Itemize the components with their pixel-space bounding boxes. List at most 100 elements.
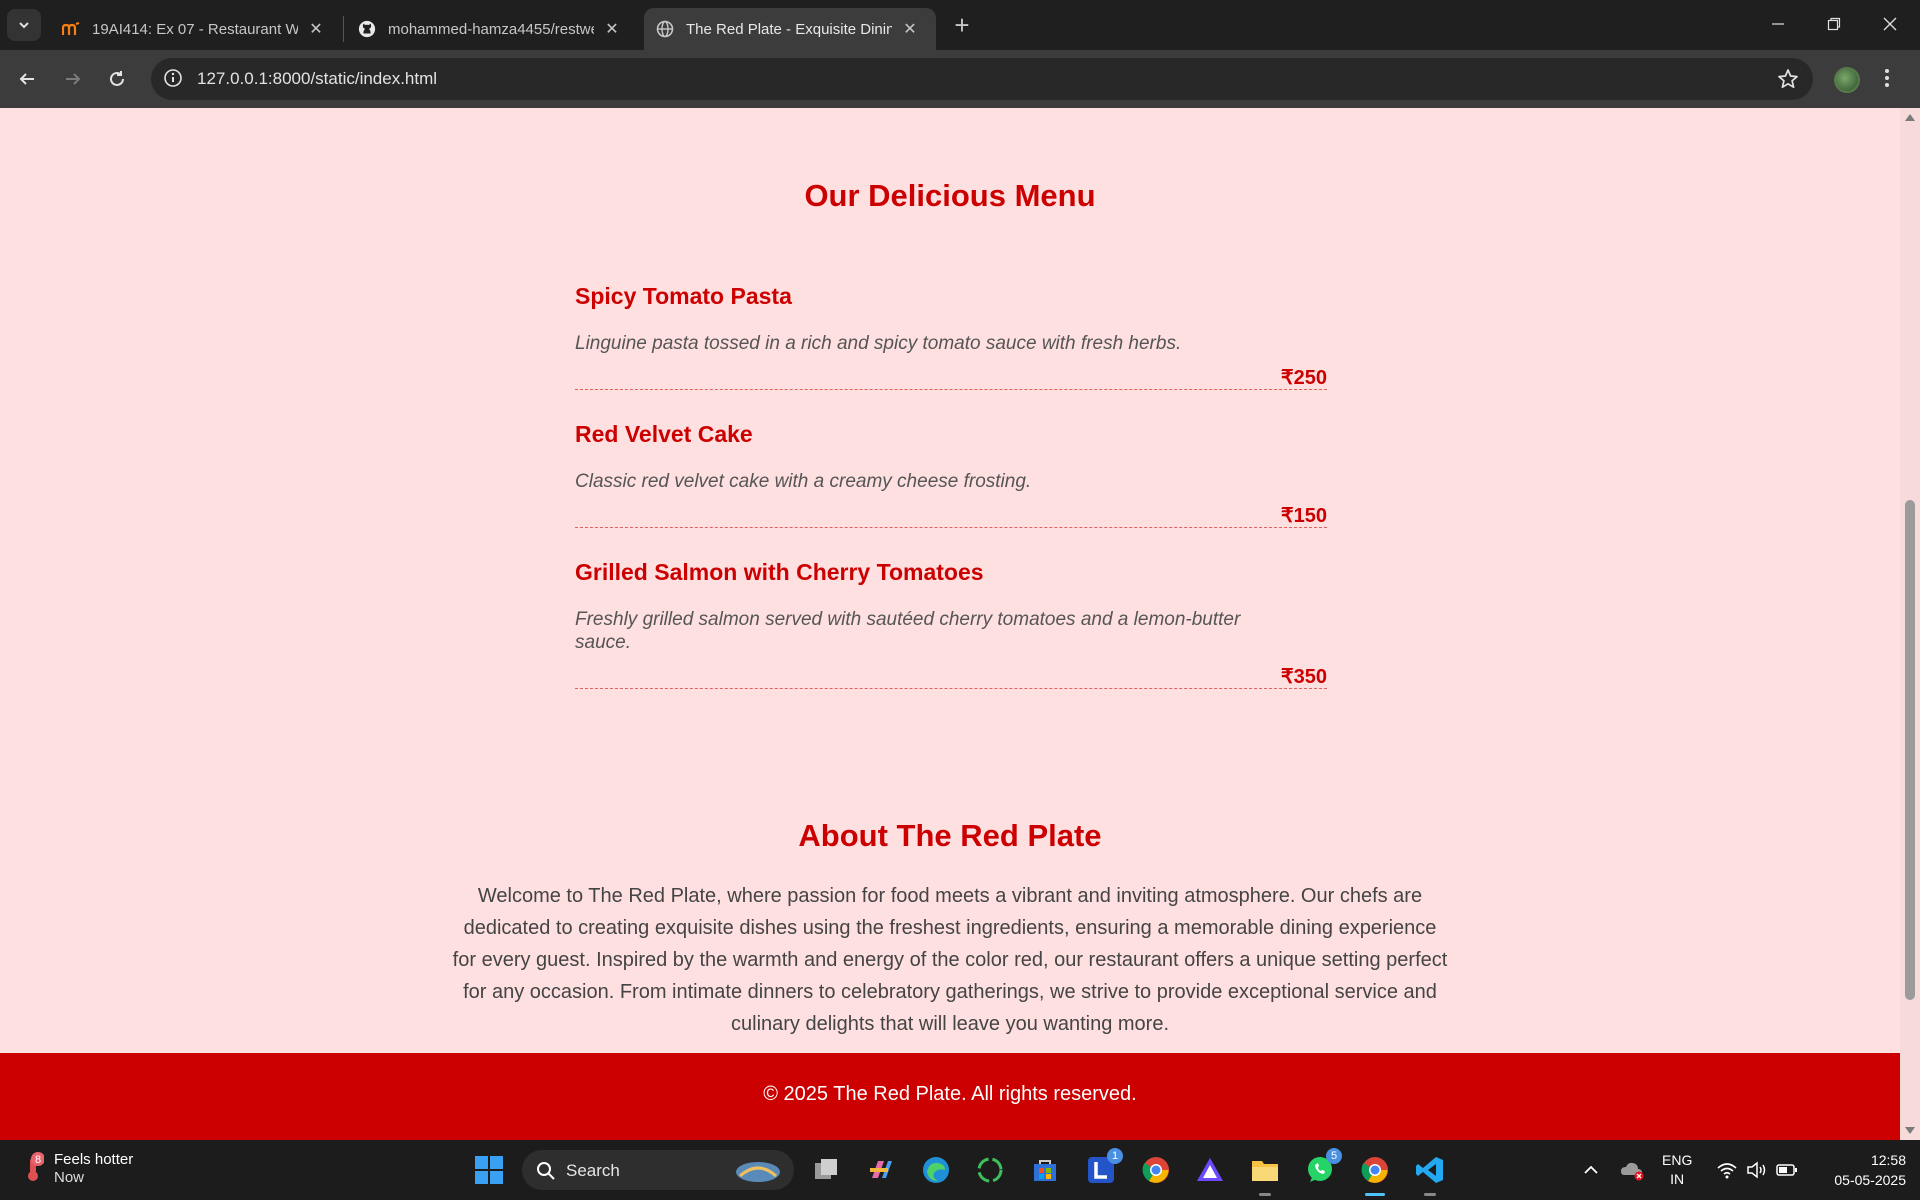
reload-icon (110, 71, 124, 86)
store-button[interactable] (1027, 1152, 1063, 1188)
task-view-icon (815, 1159, 837, 1179)
about-heading: About The Red Plate (798, 818, 1102, 853)
notification-badge: 5 (1326, 1148, 1342, 1164)
tab-title: The Red Plate - Exquisite Dining (686, 20, 892, 38)
circular-arrows-icon (977, 1157, 1003, 1183)
restore-button[interactable] (1806, 0, 1862, 48)
proton-vpn-button[interactable] (1192, 1152, 1228, 1188)
arrow-right-icon (66, 73, 81, 85)
menu-item-name: Red Velvet Cake (575, 421, 753, 447)
whatsapp-button[interactable]: 5 (1302, 1148, 1342, 1188)
volume-control[interactable] (1746, 1140, 1768, 1200)
scroll-down-icon[interactable] (1905, 1127, 1915, 1134)
more-menu-button[interactable] (1884, 67, 1890, 94)
tab-red-plate[interactable]: The Red Plate - Exquisite Dining ✕ (644, 8, 936, 50)
scrollbar-thumb[interactable] (1905, 500, 1915, 1000)
menu-item-price: ₹250 (1280, 367, 1327, 389)
task-view-button[interactable] (808, 1152, 844, 1188)
chevron-down-icon (19, 22, 29, 29)
language-code: ENG (1662, 1152, 1693, 1168)
profile-avatar[interactable] (1834, 67, 1860, 93)
folder-icon (1252, 1161, 1278, 1181)
menu-item-price: ₹150 (1280, 505, 1327, 527)
menu-item-description: Linguine pasta tossed in a rich and spic… (575, 333, 1182, 354)
region-code: IN (1670, 1171, 1685, 1187)
notification-badge: 1 (1107, 1148, 1123, 1164)
menu-item-description: Classic red velvet cake with a creamy ch… (575, 471, 1032, 492)
kebab-menu-icon (1885, 69, 1889, 87)
menu-item-name: Grilled Salmon with Cherry Tomatoes (575, 559, 984, 585)
arrow-left-icon (19, 73, 34, 85)
battery-icon (1776, 1164, 1797, 1176)
weather-subtitle: Now (54, 1169, 85, 1186)
vscode-icon (1416, 1157, 1443, 1183)
chrome-button[interactable] (1138, 1152, 1174, 1188)
search-icon (537, 1162, 555, 1180)
battery-status[interactable] (1776, 1140, 1798, 1200)
page-scrollbar[interactable] (1900, 108, 1920, 1140)
file-explorer-button[interactable] (1247, 1152, 1283, 1196)
language-indicator[interactable]: ENG IN (1662, 1140, 1692, 1200)
wifi-status[interactable] (1716, 1140, 1738, 1200)
clock-date: 05-05-2025 (1834, 1172, 1906, 1188)
moodle-icon (62, 20, 80, 38)
close-icon (1883, 17, 1897, 31)
windows-taskbar: 8 Feels hotter Now Search 1 5 ENG IN 12:… (0, 1140, 1920, 1200)
github-icon (358, 20, 376, 38)
lens-app-button[interactable]: 1 (1083, 1148, 1123, 1188)
reload-button[interactable] (100, 62, 134, 96)
running-indicator (1424, 1193, 1436, 1196)
url-text[interactable]: 127.0.0.1:8000/static/index.html (197, 69, 437, 89)
system-clock[interactable]: 12:58 05-05-2025 (1810, 1150, 1906, 1190)
vscode-button[interactable] (1412, 1152, 1448, 1196)
scroll-up-icon[interactable] (1905, 114, 1915, 121)
copilot-button[interactable] (862, 1152, 898, 1188)
page-viewport: Our Delicious Menu Spicy Tomato Pasta Li… (0, 108, 1920, 1140)
weather-widget[interactable]: 8 Feels hotter Now (22, 1150, 133, 1186)
minimize-button[interactable] (1750, 0, 1806, 48)
chrome-active-button[interactable] (1357, 1152, 1393, 1196)
close-window-button[interactable] (1862, 0, 1918, 48)
clock-time: 12:58 (1870, 1152, 1906, 1168)
close-icon[interactable]: ✕ (604, 19, 620, 39)
chevron-up-icon (1584, 1165, 1598, 1174)
sync-app-button[interactable] (972, 1152, 1008, 1188)
tab-moodle[interactable]: 19AI414: Ex 07 - Restaurant Website ✕ (50, 8, 340, 50)
back-button[interactable] (10, 62, 44, 96)
address-bar[interactable]: 127.0.0.1:8000/static/index.html (151, 58, 1813, 100)
tab-title: mohammed-hamza4455/restwebsite (388, 20, 594, 38)
minimize-icon (1772, 23, 1784, 25)
new-tab-button[interactable]: + (948, 10, 976, 40)
menu-heading: Our Delicious Menu (804, 178, 1096, 213)
close-icon[interactable]: ✕ (902, 19, 918, 39)
show-hidden-icons-button[interactable] (1583, 1140, 1599, 1200)
chrome-icon (1361, 1157, 1388, 1183)
tab-divider (343, 16, 344, 42)
edge-icon (923, 1157, 949, 1183)
info-icon[interactable] (163, 68, 183, 93)
globe-icon (656, 20, 674, 38)
menu-item: Grilled Salmon with Cherry Tomatoes Fres… (575, 558, 1327, 689)
menu-item: Spicy Tomato Pasta Linguine pasta tossed… (575, 282, 1327, 390)
close-icon[interactable]: ✕ (308, 19, 324, 39)
forward-button[interactable] (56, 62, 90, 96)
running-indicator (1365, 1193, 1385, 1196)
bookmark-star-icon[interactable] (1777, 68, 1799, 95)
start-button[interactable] (471, 1152, 507, 1188)
tab-search-button[interactable] (7, 9, 41, 41)
edge-button[interactable] (918, 1152, 954, 1188)
onedrive-status[interactable] (1620, 1140, 1646, 1200)
browser-tab-bar: 19AI414: Ex 07 - Restaurant Website ✕ mo… (0, 0, 1920, 50)
search-label: Search (566, 1161, 620, 1180)
wifi-icon (1717, 1163, 1737, 1179)
about-paragraph: Welcome to The Red Plate, where passion … (452, 885, 1448, 1035)
footer-copyright: © 2025 The Red Plate. All rights reserve… (763, 1083, 1137, 1105)
page-footer: © 2025 The Red Plate. All rights reserve… (0, 1053, 1900, 1140)
chrome-icon (1142, 1157, 1169, 1183)
copilot-icon (870, 1161, 892, 1178)
menu-item-price: ₹350 (1280, 666, 1327, 688)
tab-github[interactable]: mohammed-hamza4455/restwebsite ✕ (346, 8, 636, 50)
store-icon (1034, 1160, 1056, 1181)
taskbar-search[interactable]: Search (522, 1150, 794, 1190)
windows-logo-icon (475, 1156, 503, 1184)
